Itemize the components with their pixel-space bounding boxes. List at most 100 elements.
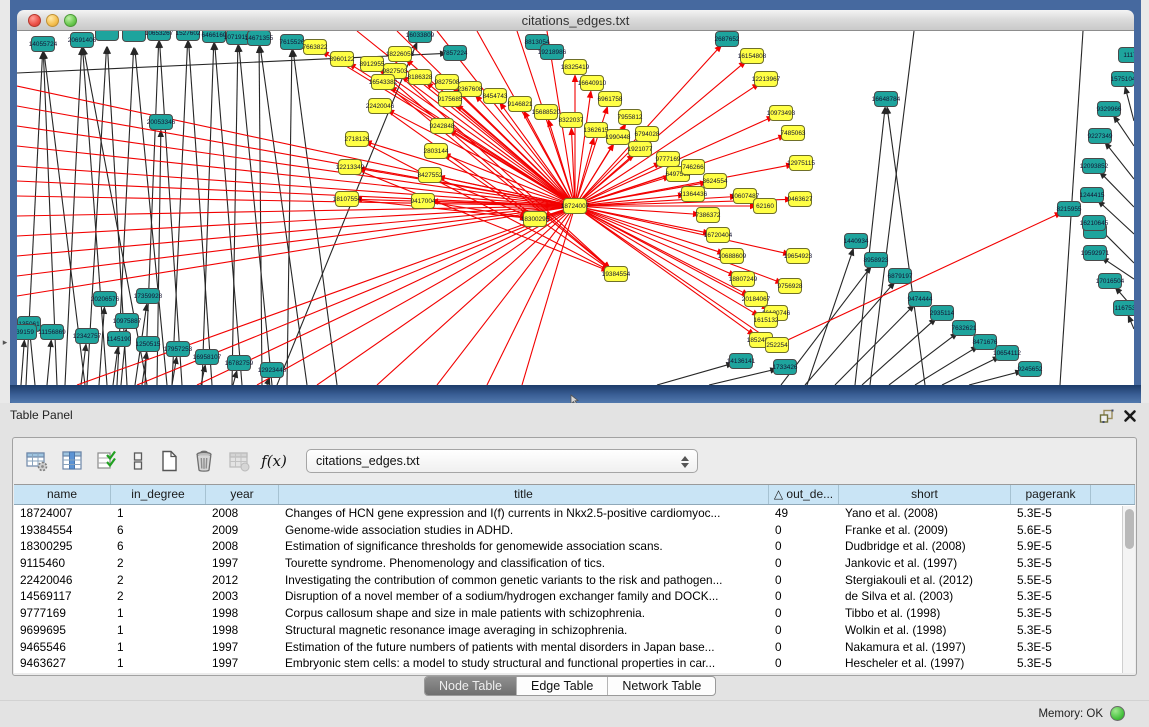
network-node[interactable] <box>96 31 119 41</box>
table-row[interactable]: 2242004622012Investigating the contribut… <box>14 572 1135 589</box>
network-node[interactable]: 8960122 <box>330 52 355 67</box>
network-node[interactable]: 1145190 <box>107 332 132 347</box>
network-node[interactable]: 9756928 <box>778 279 803 294</box>
table-row[interactable]: 1872400712008Changes of HCN gene express… <box>14 505 1135 522</box>
network-node[interactable]: 1615132 <box>754 313 779 328</box>
network-node[interactable]: 14055724 <box>29 37 58 52</box>
network-node[interactable]: 9417004 <box>411 194 436 209</box>
window-titlebar[interactable]: citations_edges.txt <box>17 10 1134 31</box>
network-node[interactable]: 1250515 <box>136 337 161 352</box>
network-node[interactable]: 9777169 <box>656 152 681 167</box>
network-node[interactable]: 1117 <box>1119 48 1135 63</box>
table-row[interactable]: 1456911722003Disruption of a novel membe… <box>14 588 1135 605</box>
network-node[interactable]: 19218986 <box>538 45 567 60</box>
table-row[interactable]: 946362711997Embryonic stem cells: a mode… <box>14 655 1135 672</box>
network-node[interactable]: 8958923 <box>864 253 889 268</box>
column-header-indegree[interactable]: in_degree <box>111 485 206 504</box>
network-node[interactable]: 10653267 <box>145 31 174 41</box>
network-node[interactable]: 12975115 <box>787 156 815 171</box>
network-node[interactable]: 1921077 <box>628 142 653 157</box>
network-window[interactable]: citations_edges.txt 18724007140557242069… <box>10 0 1141 403</box>
network-node[interactable]: 2718126 <box>345 132 370 147</box>
network-node[interactable]: 16033809 <box>406 31 435 43</box>
network-node[interactable]: 16720404 <box>704 228 733 243</box>
network-node[interactable]: 2935114 <box>930 306 955 321</box>
column-header-outde[interactable]: △ out_de... <box>769 485 839 504</box>
row-height-icon[interactable] <box>128 447 148 475</box>
network-node[interactable]: 19384554 <box>602 267 631 282</box>
select-rows-icon[interactable] <box>93 447 121 475</box>
network-node[interactable]: 16543382 <box>369 75 398 90</box>
network-node[interactable]: 9463627 <box>788 192 813 207</box>
network-node[interactable]: 62160 <box>754 199 777 214</box>
network-node[interactable] <box>123 31 146 42</box>
network-node[interactable]: 9175685 <box>438 92 463 107</box>
network-node[interactable]: 15688520 <box>532 105 561 120</box>
tab-node-table[interactable]: Node Table <box>425 677 517 695</box>
network-node[interactable]: 21364436 <box>679 187 708 202</box>
network-node[interactable]: 16958107 <box>193 350 222 365</box>
network-node[interactable]: 9146821 <box>508 97 533 112</box>
network-node[interactable]: 18300295 <box>521 212 550 227</box>
network-node[interactable]: 8912955 <box>360 57 385 72</box>
network-node[interactable]: 1990448 <box>606 130 631 145</box>
function-builder-icon[interactable]: f(x) <box>260 447 288 475</box>
network-node[interactable]: 18107554 <box>333 192 362 207</box>
network-node[interactable]: 8471676 <box>973 335 998 350</box>
network-node[interactable]: 39159 <box>17 325 37 340</box>
network-node[interactable]: 9474444 <box>908 292 933 307</box>
network-node[interactable]: 6879197 <box>888 269 913 284</box>
network-node[interactable]: 19592971 <box>1081 246 1110 261</box>
network-node[interactable]: 8215955 <box>1057 202 1082 217</box>
network-node[interactable]: 7485063 <box>781 126 806 141</box>
network-node[interactable]: 12213967 <box>752 72 781 87</box>
network-node[interactable]: 1527602 <box>176 31 201 41</box>
show-columns-icon[interactable] <box>58 447 86 475</box>
network-node[interactable]: 6961758 <box>598 92 623 107</box>
vertical-scrollbar[interactable] <box>1122 506 1135 673</box>
network-node[interactable]: 20206576 <box>91 292 120 307</box>
network-node[interactable]: 1575104 <box>1111 72 1134 87</box>
network-node[interactable]: 3624554 <box>703 174 728 189</box>
import-table-icon[interactable] <box>225 447 253 475</box>
network-node[interactable]: 16210645 <box>1080 216 1109 231</box>
network-node[interactable]: 10975887 <box>113 314 142 329</box>
tab-edge-table[interactable]: Edge Table <box>517 677 608 695</box>
column-header-short[interactable]: short <box>839 485 1011 504</box>
table-row[interactable]: 969969511998Structural magnetic resonanc… <box>14 622 1135 639</box>
network-node[interactable]: 18807249 <box>729 272 758 287</box>
network-node[interactable]: 10973493 <box>767 106 796 121</box>
column-header-title[interactable]: title <box>279 485 769 504</box>
table-row[interactable]: 911546021997Tourette syndrome. Phenomeno… <box>14 555 1135 572</box>
network-node[interactable]: 18724007 <box>561 199 590 214</box>
network-node[interactable]: 8427552 <box>418 168 443 183</box>
network-node[interactable]: 22420046 <box>366 99 395 114</box>
table-settings-icon[interactable] <box>23 447 51 475</box>
table-selector-dropdown[interactable]: citations_edges.txt <box>306 449 698 473</box>
network-node[interactable]: 18325419 <box>561 60 590 75</box>
network-node[interactable]: 17016504 <box>1096 274 1125 289</box>
network-node[interactable]: 17957253 <box>164 342 193 357</box>
column-header-year[interactable]: year <box>206 485 279 504</box>
column-header-pagerank[interactable]: pagerank <box>1011 485 1091 504</box>
network-node[interactable]: 10654112 <box>993 346 1021 361</box>
network-node[interactable]: 8322037 <box>559 113 584 128</box>
network-node[interactable]: 7615526 <box>280 35 305 50</box>
network-node[interactable]: 14671355 <box>245 31 274 46</box>
network-node[interactable]: 14136141 <box>727 354 756 369</box>
new-document-icon[interactable] <box>155 447 183 475</box>
network-node[interactable]: 9245652 <box>1018 362 1043 377</box>
panel-expand-arrow[interactable]: ▸ <box>0 334 10 350</box>
network-node[interactable]: 19654923 <box>784 249 813 264</box>
network-node[interactable]: 116753 <box>1114 301 1135 316</box>
network-node[interactable]: 9329966 <box>1097 102 1122 117</box>
tab-network-table[interactable]: Network Table <box>608 677 715 695</box>
network-node[interactable]: 9827508 <box>435 75 460 90</box>
network-node[interactable]: 12093852 <box>1080 159 1109 174</box>
network-node[interactable]: 7857224 <box>443 46 468 61</box>
network-node[interactable]: 7955812 <box>618 110 643 125</box>
network-node[interactable]: 8454743 <box>483 89 508 104</box>
network-node[interactable]: 12213349 <box>336 160 365 175</box>
scrollbar-thumb[interactable] <box>1125 509 1134 549</box>
network-node[interactable]: 1733426 <box>773 360 798 375</box>
